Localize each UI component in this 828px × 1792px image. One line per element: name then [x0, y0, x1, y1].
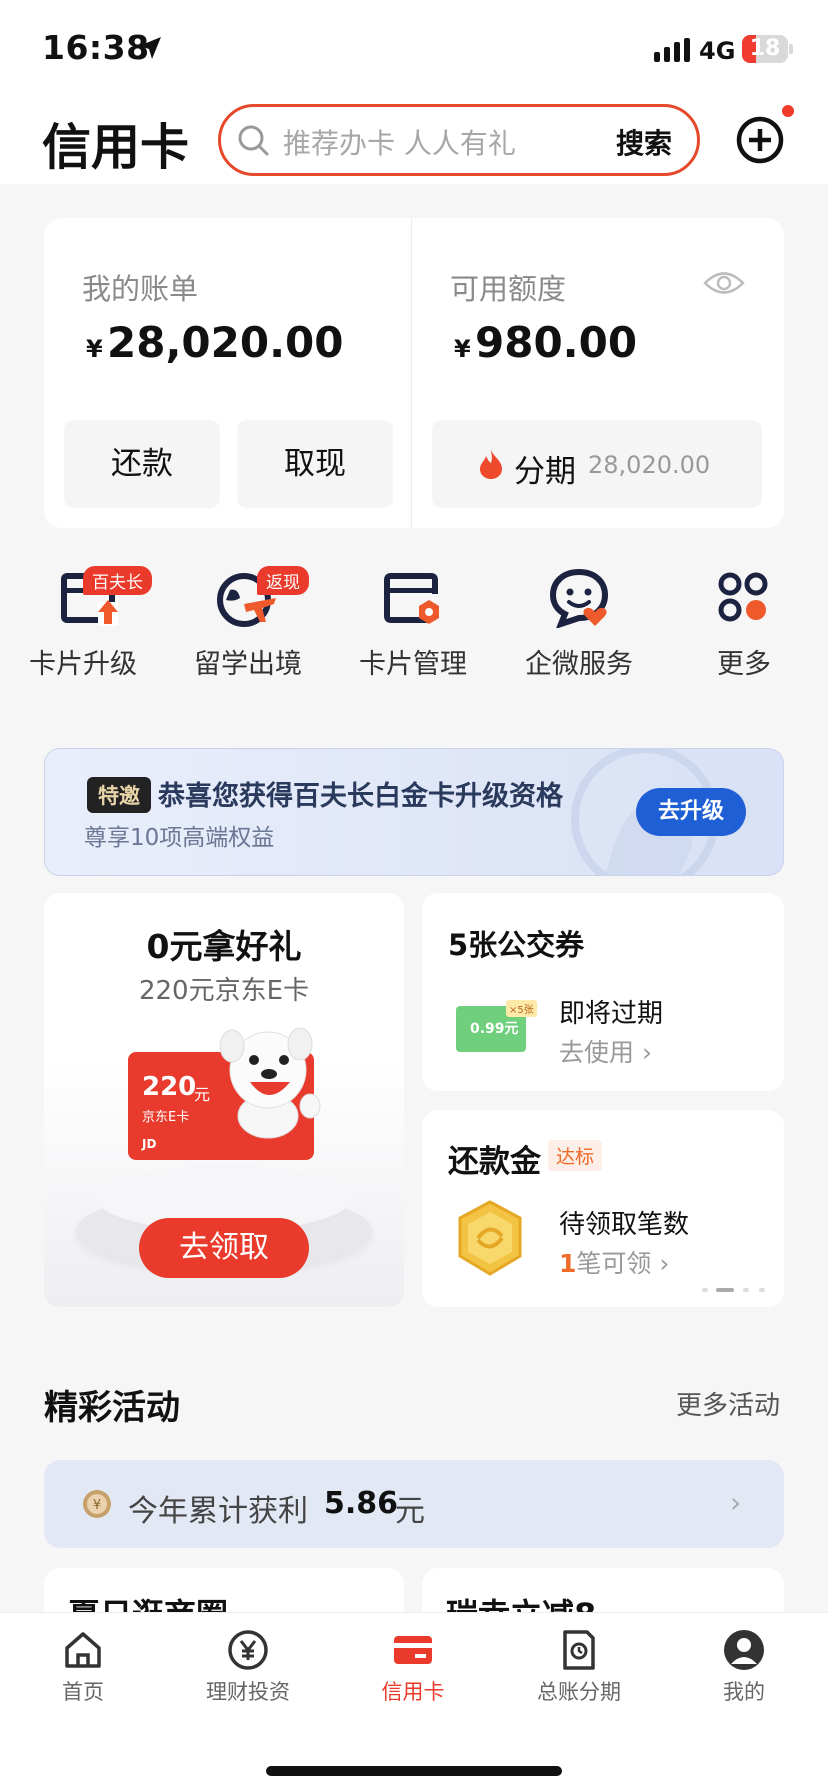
profit-value: 5.86: [324, 1486, 399, 1521]
more-grid-icon: [718, 572, 768, 622]
repay-gold-desc: 待领取笔数: [559, 1210, 690, 1240]
quick-item-more[interactable]: 更多: [669, 568, 819, 681]
battery-tip: [789, 44, 793, 54]
claim-gift-button[interactable]: 去领取: [139, 1218, 309, 1278]
svg-text:¥: ¥: [93, 1498, 101, 1513]
activities-title: 精彩活动: [44, 1388, 180, 1428]
banner-subtitle: 尊享10项高端权益: [84, 825, 275, 851]
invite-tag: 特邀: [87, 777, 151, 813]
battery-level: 18: [749, 36, 781, 61]
signal-icon: [654, 38, 690, 62]
tab-ledger[interactable]: 总账分期: [504, 1628, 654, 1706]
page-dot: [702, 1288, 708, 1292]
card-manage-icon: [384, 573, 439, 624]
add-icon[interactable]: [735, 115, 785, 165]
tab-home[interactable]: 首页: [8, 1628, 158, 1706]
credit-currency: ¥: [454, 335, 471, 363]
profile-icon: [724, 1630, 764, 1670]
battery-icon: 18: [742, 35, 788, 63]
coin-yen-icon: ¥: [83, 1490, 111, 1518]
jd-card-unit: 元: [194, 1085, 211, 1104]
credit-card-icon: [394, 1636, 432, 1664]
jd-card-value: 220: [142, 1072, 197, 1102]
repay-button[interactable]: 还款: [64, 420, 220, 508]
profit-unit: 元: [395, 1494, 425, 1529]
page-title: 信用卡: [42, 119, 190, 176]
installment-label: 分期: [514, 454, 576, 490]
repay-gold-title: 还款金: [448, 1144, 541, 1180]
gift-subtitle: 220元京东E卡: [138, 976, 310, 1006]
bus-coupon-status: 即将过期: [559, 999, 664, 1029]
quick-item-badge: 百夫长: [83, 566, 152, 595]
yen-circle-icon: [228, 1630, 268, 1670]
gold-coin-icon: [458, 1200, 522, 1276]
jd-dog-mascot: [219, 1027, 321, 1139]
home-icon: [65, 1632, 101, 1668]
jd-card-name: 京东E卡: [142, 1110, 190, 1125]
chat-heart-icon: [549, 568, 609, 629]
repay-gold-count[interactable]: 1笔可领 ›: [559, 1244, 669, 1280]
search-placeholder: 推荐办卡 人人有礼: [283, 127, 516, 160]
quick-item-wecom-service[interactable]: 企微服务: [504, 568, 654, 681]
bill-divider: [411, 218, 412, 528]
profit-prefix: 今年累计获利: [128, 1494, 308, 1529]
bus-coupon-action[interactable]: 去使用 ›: [559, 1033, 652, 1069]
repay-gold-tag: 达标: [548, 1140, 603, 1171]
flame-icon: [480, 449, 502, 479]
page-dot: [759, 1288, 765, 1292]
more-activities-link[interactable]: 更多活动: [676, 1385, 780, 1422]
chevron-right-icon: ›: [730, 1486, 742, 1519]
bus-coupon-title: 5张公交券: [448, 928, 585, 962]
search-button[interactable]: 搜索: [616, 122, 672, 162]
home-indicator: [266, 1766, 562, 1776]
quick-item-badge: 返现: [257, 566, 309, 595]
bill-label: 我的账单: [82, 272, 199, 306]
page-dot: [743, 1288, 749, 1292]
location-arrow-icon: [139, 37, 161, 59]
search-icon: [238, 125, 269, 156]
status-time: 16:38: [42, 28, 150, 67]
bus-coupon-value: 0.99元: [470, 1021, 519, 1037]
network-label: 4G: [699, 37, 736, 65]
notification-dot: [780, 103, 796, 119]
gift-title: 0元拿好礼: [146, 927, 302, 966]
tab-wealth[interactable]: 理财投资: [173, 1628, 323, 1706]
bill-currency: ¥: [86, 335, 103, 363]
tab-credit-card[interactable]: 信用卡: [338, 1628, 488, 1706]
banner-title: 恭喜您获得百夫长白金卡升级资格: [158, 781, 563, 812]
jd-card-brand: JD: [142, 1137, 157, 1151]
credit-label: 可用额度: [450, 272, 567, 306]
eye-icon[interactable]: [703, 268, 745, 298]
ledger-icon: [563, 1630, 595, 1670]
installment-amount: 28,020.00: [588, 451, 711, 479]
bill-amount: 28,020.00: [107, 318, 344, 367]
tab-profile[interactable]: 我的: [669, 1628, 819, 1706]
upgrade-button[interactable]: 去升级: [636, 788, 746, 836]
credit-amount: 980.00: [475, 318, 638, 367]
cash-button[interactable]: 取现: [237, 420, 393, 508]
bus-coupon-count: ×5张: [506, 1000, 537, 1017]
quick-item-card-manage[interactable]: 卡片管理: [338, 568, 488, 681]
page-dot-active: [716, 1288, 734, 1292]
